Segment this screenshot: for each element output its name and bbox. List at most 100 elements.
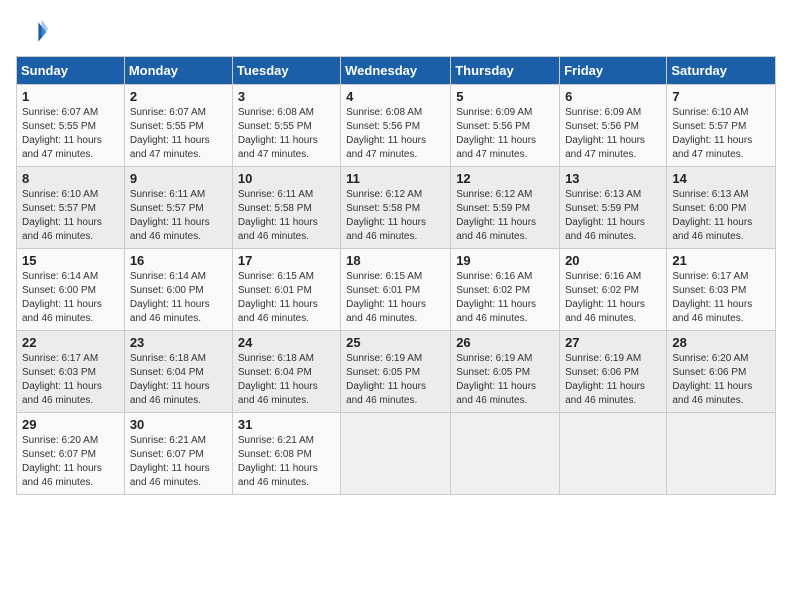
calendar-cell: 9 Sunrise: 6:11 AM Sunset: 5:57 PM Daylig… xyxy=(124,167,232,249)
day-number: 7 xyxy=(672,89,770,104)
day-info: Sunrise: 6:10 AM Sunset: 5:57 PM Dayligh… xyxy=(22,188,119,244)
day-number: 23 xyxy=(130,335,227,350)
day-info: Sunrise: 6:13 AM Sunset: 5:59 PM Dayligh… xyxy=(565,188,661,244)
day-info: Sunrise: 6:08 AM Sunset: 5:56 PM Dayligh… xyxy=(346,106,445,162)
day-number: 8 xyxy=(22,171,119,186)
day-number: 24 xyxy=(238,335,335,350)
day-info: Sunrise: 6:17 AM Sunset: 6:03 PM Dayligh… xyxy=(672,270,770,326)
day-info: Sunrise: 6:12 AM Sunset: 5:59 PM Dayligh… xyxy=(456,188,554,244)
calendar-week-row: 15 Sunrise: 6:14 AM Sunset: 6:00 PM Dayli… xyxy=(17,249,776,331)
day-number: 22 xyxy=(22,335,119,350)
calendar-cell: 24Sunrise: 6:18 AM Sunset: 6:04 PM Dayli… xyxy=(232,331,340,413)
calendar-cell: 4 Sunrise: 6:08 AM Sunset: 5:56 PM Daylig… xyxy=(341,85,451,167)
day-info: Sunrise: 6:15 AM Sunset: 6:01 PM Dayligh… xyxy=(238,270,335,326)
day-info: Sunrise: 6:19 AM Sunset: 6:05 PM Dayligh… xyxy=(456,352,554,408)
calendar-header-row: SundayMondayTuesdayWednesdayThursdayFrid… xyxy=(17,57,776,85)
day-number: 10 xyxy=(238,171,335,186)
calendar-week-row: 22 Sunrise: 6:17 AM Sunset: 6:03 PM Dayli… xyxy=(17,331,776,413)
day-number: 18 xyxy=(346,253,445,268)
day-header-tuesday: Tuesday xyxy=(232,57,340,85)
calendar-cell: 26 Sunrise: 6:19 AM Sunset: 6:05 PM Dayli… xyxy=(451,331,560,413)
calendar-cell: 2 Sunrise: 6:07 AM Sunset: 5:55 PM Daylig… xyxy=(124,85,232,167)
day-info: Sunrise: 6:11 AM Sunset: 5:58 PM Dayligh… xyxy=(238,188,335,244)
day-info: Sunrise: 6:09 AM Sunset: 5:56 PM Dayligh… xyxy=(565,106,661,162)
day-info: Sunrise: 6:12 AM Sunset: 5:58 PM Dayligh… xyxy=(346,188,445,244)
day-info: Sunrise: 6:19 AM Sunset: 6:06 PM Dayligh… xyxy=(565,352,661,408)
day-number: 9 xyxy=(130,171,227,186)
calendar-cell: 23 Sunrise: 6:18 AM Sunset: 6:04 PM Dayli… xyxy=(124,331,232,413)
day-info: Sunrise: 6:14 AM Sunset: 6:00 PM Dayligh… xyxy=(22,270,119,326)
day-info: Sunrise: 6:16 AM Sunset: 6:02 PM Dayligh… xyxy=(565,270,661,326)
day-number: 26 xyxy=(456,335,554,350)
calendar-cell: 27 Sunrise: 6:19 AM Sunset: 6:06 PM Dayli… xyxy=(560,331,667,413)
day-number: 4 xyxy=(346,89,445,104)
day-info: Sunrise: 6:14 AM Sunset: 6:00 PM Dayligh… xyxy=(130,270,227,326)
calendar-cell: 16Sunrise: 6:14 AM Sunset: 6:00 PM Dayli… xyxy=(124,249,232,331)
calendar-week-row: 8 Sunrise: 6:10 AM Sunset: 5:57 PM Daylig… xyxy=(17,167,776,249)
calendar-cell: 21 Sunrise: 6:17 AM Sunset: 6:03 PM Dayli… xyxy=(667,249,776,331)
calendar-cell: 5 Sunrise: 6:09 AM Sunset: 5:56 PM Daylig… xyxy=(451,85,560,167)
day-number: 28 xyxy=(672,335,770,350)
calendar-week-row: 1 Sunrise: 6:07 AM Sunset: 5:55 PM Daylig… xyxy=(17,85,776,167)
day-number: 11 xyxy=(346,171,445,186)
day-info: Sunrise: 6:19 AM Sunset: 6:05 PM Dayligh… xyxy=(346,352,445,408)
calendar-cell: 28 Sunrise: 6:20 AM Sunset: 6:06 PM Dayli… xyxy=(667,331,776,413)
day-number: 19 xyxy=(456,253,554,268)
day-number: 3 xyxy=(238,89,335,104)
day-header-monday: Monday xyxy=(124,57,232,85)
day-info: Sunrise: 6:20 AM Sunset: 6:07 PM Dayligh… xyxy=(22,434,119,490)
day-header-wednesday: Wednesday xyxy=(341,57,451,85)
day-number: 31 xyxy=(238,417,335,432)
day-header-sunday: Sunday xyxy=(17,57,125,85)
calendar-cell: 14Sunrise: 6:13 AM Sunset: 6:00 PM Dayli… xyxy=(667,167,776,249)
day-header-friday: Friday xyxy=(560,57,667,85)
day-info: Sunrise: 6:16 AM Sunset: 6:02 PM Dayligh… xyxy=(456,270,554,326)
calendar-cell xyxy=(451,413,560,495)
calendar-cell: 22 Sunrise: 6:17 AM Sunset: 6:03 PM Dayli… xyxy=(17,331,125,413)
calendar-cell: 3 Sunrise: 6:08 AM Sunset: 5:55 PM Daylig… xyxy=(232,85,340,167)
day-info: Sunrise: 6:08 AM Sunset: 5:55 PM Dayligh… xyxy=(238,106,335,162)
calendar-cell: 25 Sunrise: 6:19 AM Sunset: 6:05 PM Dayli… xyxy=(341,331,451,413)
day-number: 25 xyxy=(346,335,445,350)
day-number: 5 xyxy=(456,89,554,104)
calendar-week-row: 29 Sunrise: 6:20 AM Sunset: 6:07 PM Dayli… xyxy=(17,413,776,495)
day-number: 21 xyxy=(672,253,770,268)
day-number: 27 xyxy=(565,335,661,350)
logo xyxy=(16,16,52,48)
logo-icon xyxy=(16,16,48,48)
day-info: Sunrise: 6:18 AM Sunset: 6:04 PM Dayligh… xyxy=(130,352,227,408)
calendar-cell: 1 Sunrise: 6:07 AM Sunset: 5:55 PM Daylig… xyxy=(17,85,125,167)
day-number: 13 xyxy=(565,171,661,186)
day-info: Sunrise: 6:21 AM Sunset: 6:07 PM Dayligh… xyxy=(130,434,227,490)
day-info: Sunrise: 6:09 AM Sunset: 5:56 PM Dayligh… xyxy=(456,106,554,162)
calendar-cell: 6Sunrise: 6:09 AM Sunset: 5:56 PM Daylig… xyxy=(560,85,667,167)
page-header xyxy=(16,16,776,48)
calendar-cell: 12 Sunrise: 6:12 AM Sunset: 5:59 PM Dayli… xyxy=(451,167,560,249)
day-info: Sunrise: 6:20 AM Sunset: 6:06 PM Dayligh… xyxy=(672,352,770,408)
day-number: 20 xyxy=(565,253,661,268)
day-number: 2 xyxy=(130,89,227,104)
day-number: 1 xyxy=(22,89,119,104)
calendar-cell: 31 Sunrise: 6:21 AM Sunset: 6:08 PM Dayli… xyxy=(232,413,340,495)
day-info: Sunrise: 6:07 AM Sunset: 5:55 PM Dayligh… xyxy=(22,106,119,162)
day-info: Sunrise: 6:13 AM Sunset: 6:00 PM Dayligh… xyxy=(672,188,770,244)
day-number: 30 xyxy=(130,417,227,432)
day-info: Sunrise: 6:11 AM Sunset: 5:57 PM Dayligh… xyxy=(130,188,227,244)
day-header-thursday: Thursday xyxy=(451,57,560,85)
day-number: 15 xyxy=(22,253,119,268)
calendar-cell: 11 Sunrise: 6:12 AM Sunset: 5:58 PM Dayli… xyxy=(341,167,451,249)
calendar-cell xyxy=(560,413,667,495)
day-info: Sunrise: 6:07 AM Sunset: 5:55 PM Dayligh… xyxy=(130,106,227,162)
day-info: Sunrise: 6:21 AM Sunset: 6:08 PM Dayligh… xyxy=(238,434,335,490)
calendar-cell: 13 Sunrise: 6:13 AM Sunset: 5:59 PM Dayli… xyxy=(560,167,667,249)
calendar-cell: 29 Sunrise: 6:20 AM Sunset: 6:07 PM Dayli… xyxy=(17,413,125,495)
calendar-cell xyxy=(667,413,776,495)
day-number: 17 xyxy=(238,253,335,268)
calendar-cell: 15 Sunrise: 6:14 AM Sunset: 6:00 PM Dayli… xyxy=(17,249,125,331)
day-info: Sunrise: 6:17 AM Sunset: 6:03 PM Dayligh… xyxy=(22,352,119,408)
calendar-cell xyxy=(341,413,451,495)
calendar-cell: 17 Sunrise: 6:15 AM Sunset: 6:01 PM Dayli… xyxy=(232,249,340,331)
calendar-cell: 10 Sunrise: 6:11 AM Sunset: 5:58 PM Dayli… xyxy=(232,167,340,249)
day-number: 29 xyxy=(22,417,119,432)
day-number: 12 xyxy=(456,171,554,186)
